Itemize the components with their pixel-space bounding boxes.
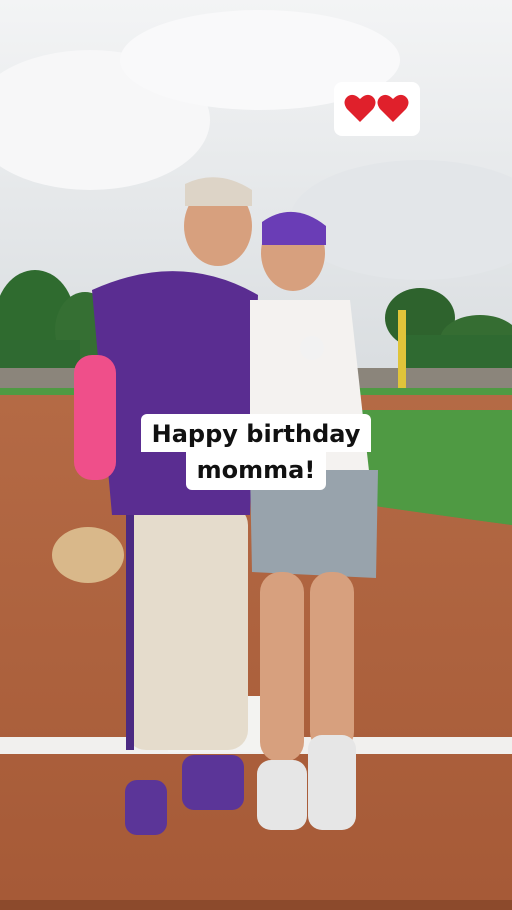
birthday-caption: Happy birthday momma! [0, 414, 512, 490]
bottom-strip [0, 900, 512, 910]
hearts-sticker [334, 82, 420, 136]
caption-line-2: momma! [185, 452, 327, 490]
two-red-hearts-icon [344, 94, 409, 122]
caption-line-1: Happy birthday [140, 414, 372, 452]
baseball [300, 336, 324, 360]
foul-pole [398, 310, 406, 388]
